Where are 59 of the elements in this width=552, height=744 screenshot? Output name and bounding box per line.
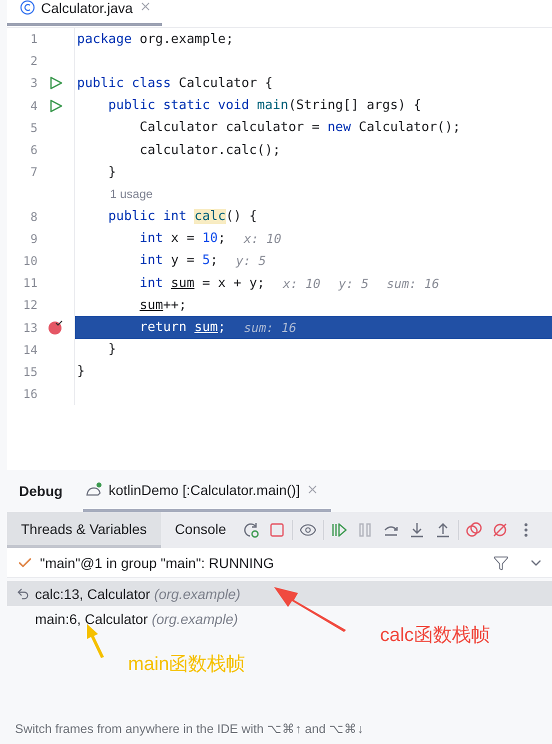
code-line: public int calc() {	[107, 209, 258, 224]
return-arrow-icon	[16, 586, 30, 600]
close-icon[interactable]	[306, 483, 319, 496]
line-number: 16	[22, 387, 38, 402]
line-number: 13	[22, 320, 38, 335]
code-line: int y = 5;	[138, 253, 218, 268]
line-number: 12	[22, 298, 38, 312]
code-line: }	[107, 164, 116, 180]
line-number: 14	[22, 342, 38, 357]
resume-icon[interactable]	[330, 521, 348, 539]
line-number: 11	[22, 276, 38, 290]
line-number: 7	[29, 165, 38, 180]
code-line: int x = 10;	[138, 231, 226, 246]
annotation-label: main函数栈帧	[128, 653, 246, 677]
stack-frame[interactable]: calc:13, Calculator (org.example)	[7, 581, 552, 606]
code-line: }	[77, 364, 85, 380]
class-icon	[20, 0, 35, 15]
hint-text: Switch frames from anywhere in the IDE with ⌥⌘↑ and ⌥⌘↓	[14, 721, 364, 738]
code-line: }	[107, 342, 116, 358]
line-number: 9	[29, 232, 38, 246]
panel-title: Debug	[19, 483, 63, 499]
code-line: public static void main(String[] args) {	[107, 98, 422, 114]
eye-icon[interactable]	[299, 521, 318, 539]
line-number: 15	[22, 364, 38, 379]
panel-tab[interactable]: Console	[160, 512, 240, 548]
usage-hint[interactable]: 1 usage	[110, 187, 153, 202]
debug-value-hint: y: 5	[236, 253, 266, 268]
filter-icon[interactable]	[493, 554, 509, 570]
run-icon[interactable]	[48, 98, 63, 113]
code-line: public class Calculator {	[77, 76, 273, 91]
line-number: 8	[29, 210, 38, 224]
debug-value-hint: sum: 16	[386, 276, 440, 291]
line-number: 5	[29, 120, 38, 135]
code-line: int sum = x + y;	[138, 276, 265, 291]
mute-breakpoints-icon[interactable]	[491, 521, 510, 539]
line-number: 3	[29, 76, 38, 90]
code-line: Calculator calculator = new Calculator();	[138, 120, 461, 136]
code-line: return sum;	[138, 320, 226, 336]
debug-value-hint: sum: 16	[244, 320, 296, 336]
debug-value-hint: x: 10	[244, 231, 282, 246]
breakpoints-icon[interactable]	[465, 521, 484, 539]
line-number: 2	[29, 54, 38, 68]
panel-tab[interactable]: Threads & Variables	[7, 512, 161, 548]
debug-value-hint: x: 10	[282, 276, 320, 291]
line-number: 4	[29, 98, 38, 113]
debug-session-icon	[84, 482, 103, 498]
code-line: calculator.calc();	[138, 142, 280, 158]
rerun-bug-icon[interactable]	[242, 521, 260, 539]
debug-value-hint: y: 5	[338, 276, 369, 291]
line-number: 6	[29, 143, 38, 158]
code-line: sum++;	[138, 298, 187, 313]
line-number: 10	[22, 254, 38, 268]
stop-icon[interactable]	[268, 521, 286, 539]
close-icon[interactable]	[138, 0, 152, 13]
run-icon[interactable]	[48, 76, 63, 90]
code-line: package org.example;	[77, 32, 234, 47]
annotation-label: calc函数栈帧	[380, 624, 490, 648]
line-number: 1	[29, 32, 38, 46]
breakpoint-icon[interactable]	[48, 320, 64, 336]
